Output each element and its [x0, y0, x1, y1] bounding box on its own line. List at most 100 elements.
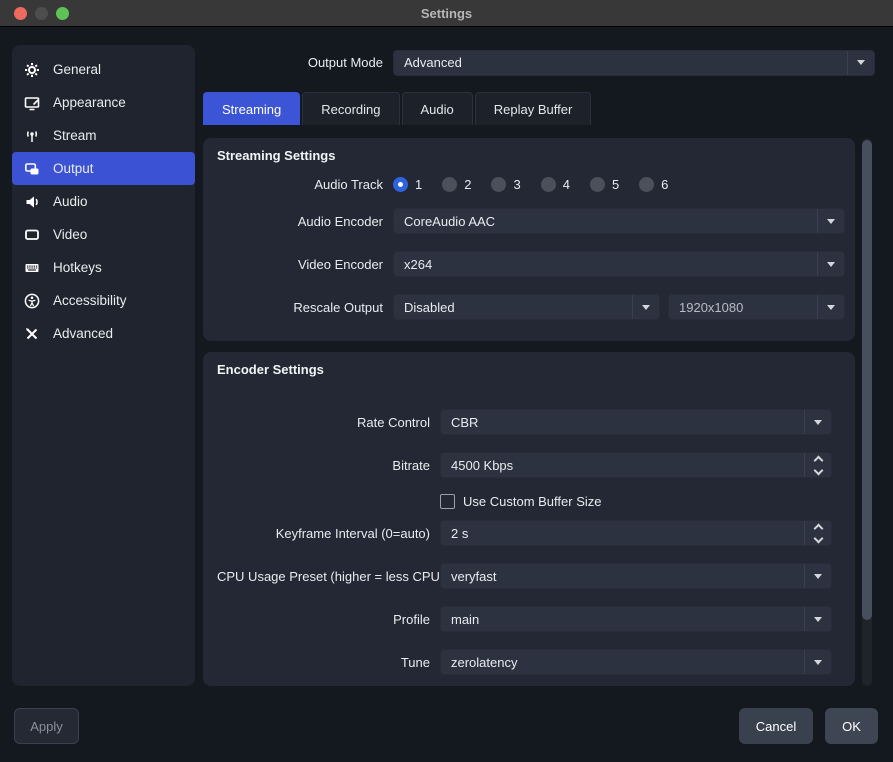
dropdown-arrow-button[interactable]	[804, 410, 831, 434]
tune-dropdown[interactable]: zerolatency	[440, 649, 832, 675]
chevron-down-icon	[814, 420, 822, 425]
sidebar-item-general[interactable]: General	[12, 53, 195, 86]
dropdown-arrow-button[interactable]	[847, 51, 874, 75]
dropdown-arrow-button[interactable]	[817, 209, 844, 233]
dropdown-arrow-button[interactable]	[804, 564, 831, 588]
cancel-button[interactable]: Cancel	[739, 708, 813, 744]
profile-row: Profile main	[217, 606, 832, 632]
scrollbar-track[interactable]	[862, 138, 872, 686]
chevron-down-icon	[642, 305, 650, 310]
sidebar-item-label: Hotkeys	[53, 260, 102, 275]
keyframe-interval-row: Keyframe Interval (0=auto) 2 s	[217, 520, 832, 546]
audio-track-option-6[interactable]: 6	[639, 177, 668, 192]
window-title: Settings	[421, 6, 472, 21]
chevron-down-icon	[827, 262, 835, 267]
audio-track-row: Audio Track 1 2 3 4 5 6	[217, 171, 688, 197]
accessibility-icon	[24, 293, 40, 309]
ok-button[interactable]: OK	[825, 708, 878, 744]
dropdown-arrow-button[interactable]	[632, 295, 659, 319]
streaming-settings-pane: Streaming Settings Audio Track 1 2 3 4 5…	[203, 138, 855, 341]
audio-track-option-1[interactable]: 1	[393, 177, 422, 192]
dropdown-arrow-button[interactable]	[804, 607, 831, 631]
sidebar-item-appearance[interactable]: Appearance	[12, 86, 195, 119]
chevron-down-icon	[814, 617, 822, 622]
sidebar-item-label: Audio	[53, 194, 88, 209]
output-mode-dropdown[interactable]: Advanced	[393, 50, 875, 76]
appearance-icon	[24, 95, 40, 111]
output-mode-label: Output Mode	[203, 55, 383, 70]
cpu-preset-row: CPU Usage Preset (higher = less CPU) ver…	[217, 563, 832, 589]
radio-off-icon	[590, 177, 605, 192]
cpu-preset-dropdown[interactable]: veryfast	[440, 563, 832, 589]
bitrate-spinner[interactable]: 4500 Kbps	[440, 452, 832, 478]
audio-track-option-4[interactable]: 4	[541, 177, 570, 192]
sidebar-item-hotkeys[interactable]: Hotkeys	[12, 251, 195, 284]
sidebar-item-label: Advanced	[53, 326, 113, 341]
sidebar-item-advanced[interactable]: Advanced	[12, 317, 195, 350]
tab-streaming[interactable]: Streaming	[203, 92, 300, 125]
tune-row: Tune zerolatency	[217, 649, 832, 675]
spinner-buttons[interactable]	[804, 453, 831, 477]
chevron-down-icon	[814, 660, 822, 665]
keyframe-interval-label: Keyframe Interval (0=auto)	[217, 526, 430, 541]
sidebar-item-stream[interactable]: Stream	[12, 119, 195, 152]
profile-dropdown[interactable]: main	[440, 606, 832, 632]
zoom-window-button[interactable]	[56, 7, 69, 20]
audio-encoder-dropdown[interactable]: CoreAudio AAC	[393, 208, 845, 234]
sidebar-item-label: Output	[53, 161, 94, 176]
rescale-output-row: Rescale Output Disabled 1920x1080	[217, 294, 845, 320]
dropdown-arrow-button[interactable]	[817, 295, 844, 319]
audio-track-label: Audio Track	[217, 177, 383, 192]
bitrate-row: Bitrate 4500 Kbps	[217, 452, 832, 478]
output-tabs: Streaming Recording Audio Replay Buffer	[203, 92, 591, 125]
section-title: Streaming Settings	[217, 148, 335, 163]
rate-control-dropdown[interactable]: CBR	[440, 409, 832, 435]
rate-control-row: Rate Control CBR	[217, 409, 832, 435]
output-mode-row: Output Mode Advanced	[203, 49, 875, 76]
sidebar-item-video[interactable]: Video	[12, 218, 195, 251]
traffic-lights	[14, 7, 69, 20]
chevron-up-icon	[813, 455, 823, 465]
gear-icon	[24, 62, 40, 78]
titlebar: Settings	[0, 0, 893, 27]
monitor-icon	[24, 227, 40, 243]
sidebar-item-label: Accessibility	[53, 293, 127, 308]
tab-audio[interactable]: Audio	[402, 92, 473, 125]
custom-buffer-checkbox-row[interactable]: Use Custom Buffer Size	[440, 492, 601, 510]
audio-track-option-2[interactable]: 2	[442, 177, 471, 192]
video-encoder-label: Video Encoder	[217, 257, 383, 272]
video-encoder-dropdown[interactable]: x264	[393, 251, 845, 277]
radio-off-icon	[541, 177, 556, 192]
rescale-resolution-dropdown[interactable]: 1920x1080	[668, 294, 845, 320]
chevron-down-icon	[814, 574, 822, 579]
sidebar-item-label: Video	[53, 227, 87, 242]
audio-track-option-5[interactable]: 5	[590, 177, 619, 192]
audio-track-option-3[interactable]: 3	[491, 177, 520, 192]
video-encoder-row: Video Encoder x264	[217, 251, 845, 277]
antenna-icon	[24, 128, 40, 144]
keyframe-interval-spinner[interactable]: 2 s	[440, 520, 832, 546]
sidebar-item-accessibility[interactable]: Accessibility	[12, 284, 195, 317]
checkbox-unchecked-icon[interactable]	[440, 494, 455, 509]
tab-recording[interactable]: Recording	[302, 92, 399, 125]
audio-encoder-row: Audio Encoder CoreAudio AAC	[217, 208, 845, 234]
audio-track-radios: 1 2 3 4 5 6	[393, 177, 688, 192]
profile-label: Profile	[217, 612, 430, 627]
dropdown-arrow-button[interactable]	[817, 252, 844, 276]
apply-button[interactable]: Apply	[14, 708, 79, 744]
tab-replay-buffer[interactable]: Replay Buffer	[475, 92, 592, 125]
sidebar-item-label: Appearance	[53, 95, 126, 110]
sidebar-item-audio[interactable]: Audio	[12, 185, 195, 218]
chevron-down-icon	[827, 219, 835, 224]
radio-off-icon	[639, 177, 654, 192]
close-window-button[interactable]	[14, 7, 27, 20]
spinner-buttons[interactable]	[804, 521, 831, 545]
rescale-mode-dropdown[interactable]: Disabled	[393, 294, 660, 320]
sidebar-item-output[interactable]: Output	[12, 152, 195, 185]
scrollbar-thumb[interactable]	[862, 140, 872, 620]
sidebar-item-label: General	[53, 62, 101, 77]
rate-control-label: Rate Control	[217, 415, 430, 430]
radio-on-icon	[393, 177, 408, 192]
settings-window: Settings General Appearance Stream Outpu…	[0, 0, 893, 762]
dropdown-arrow-button[interactable]	[804, 650, 831, 674]
